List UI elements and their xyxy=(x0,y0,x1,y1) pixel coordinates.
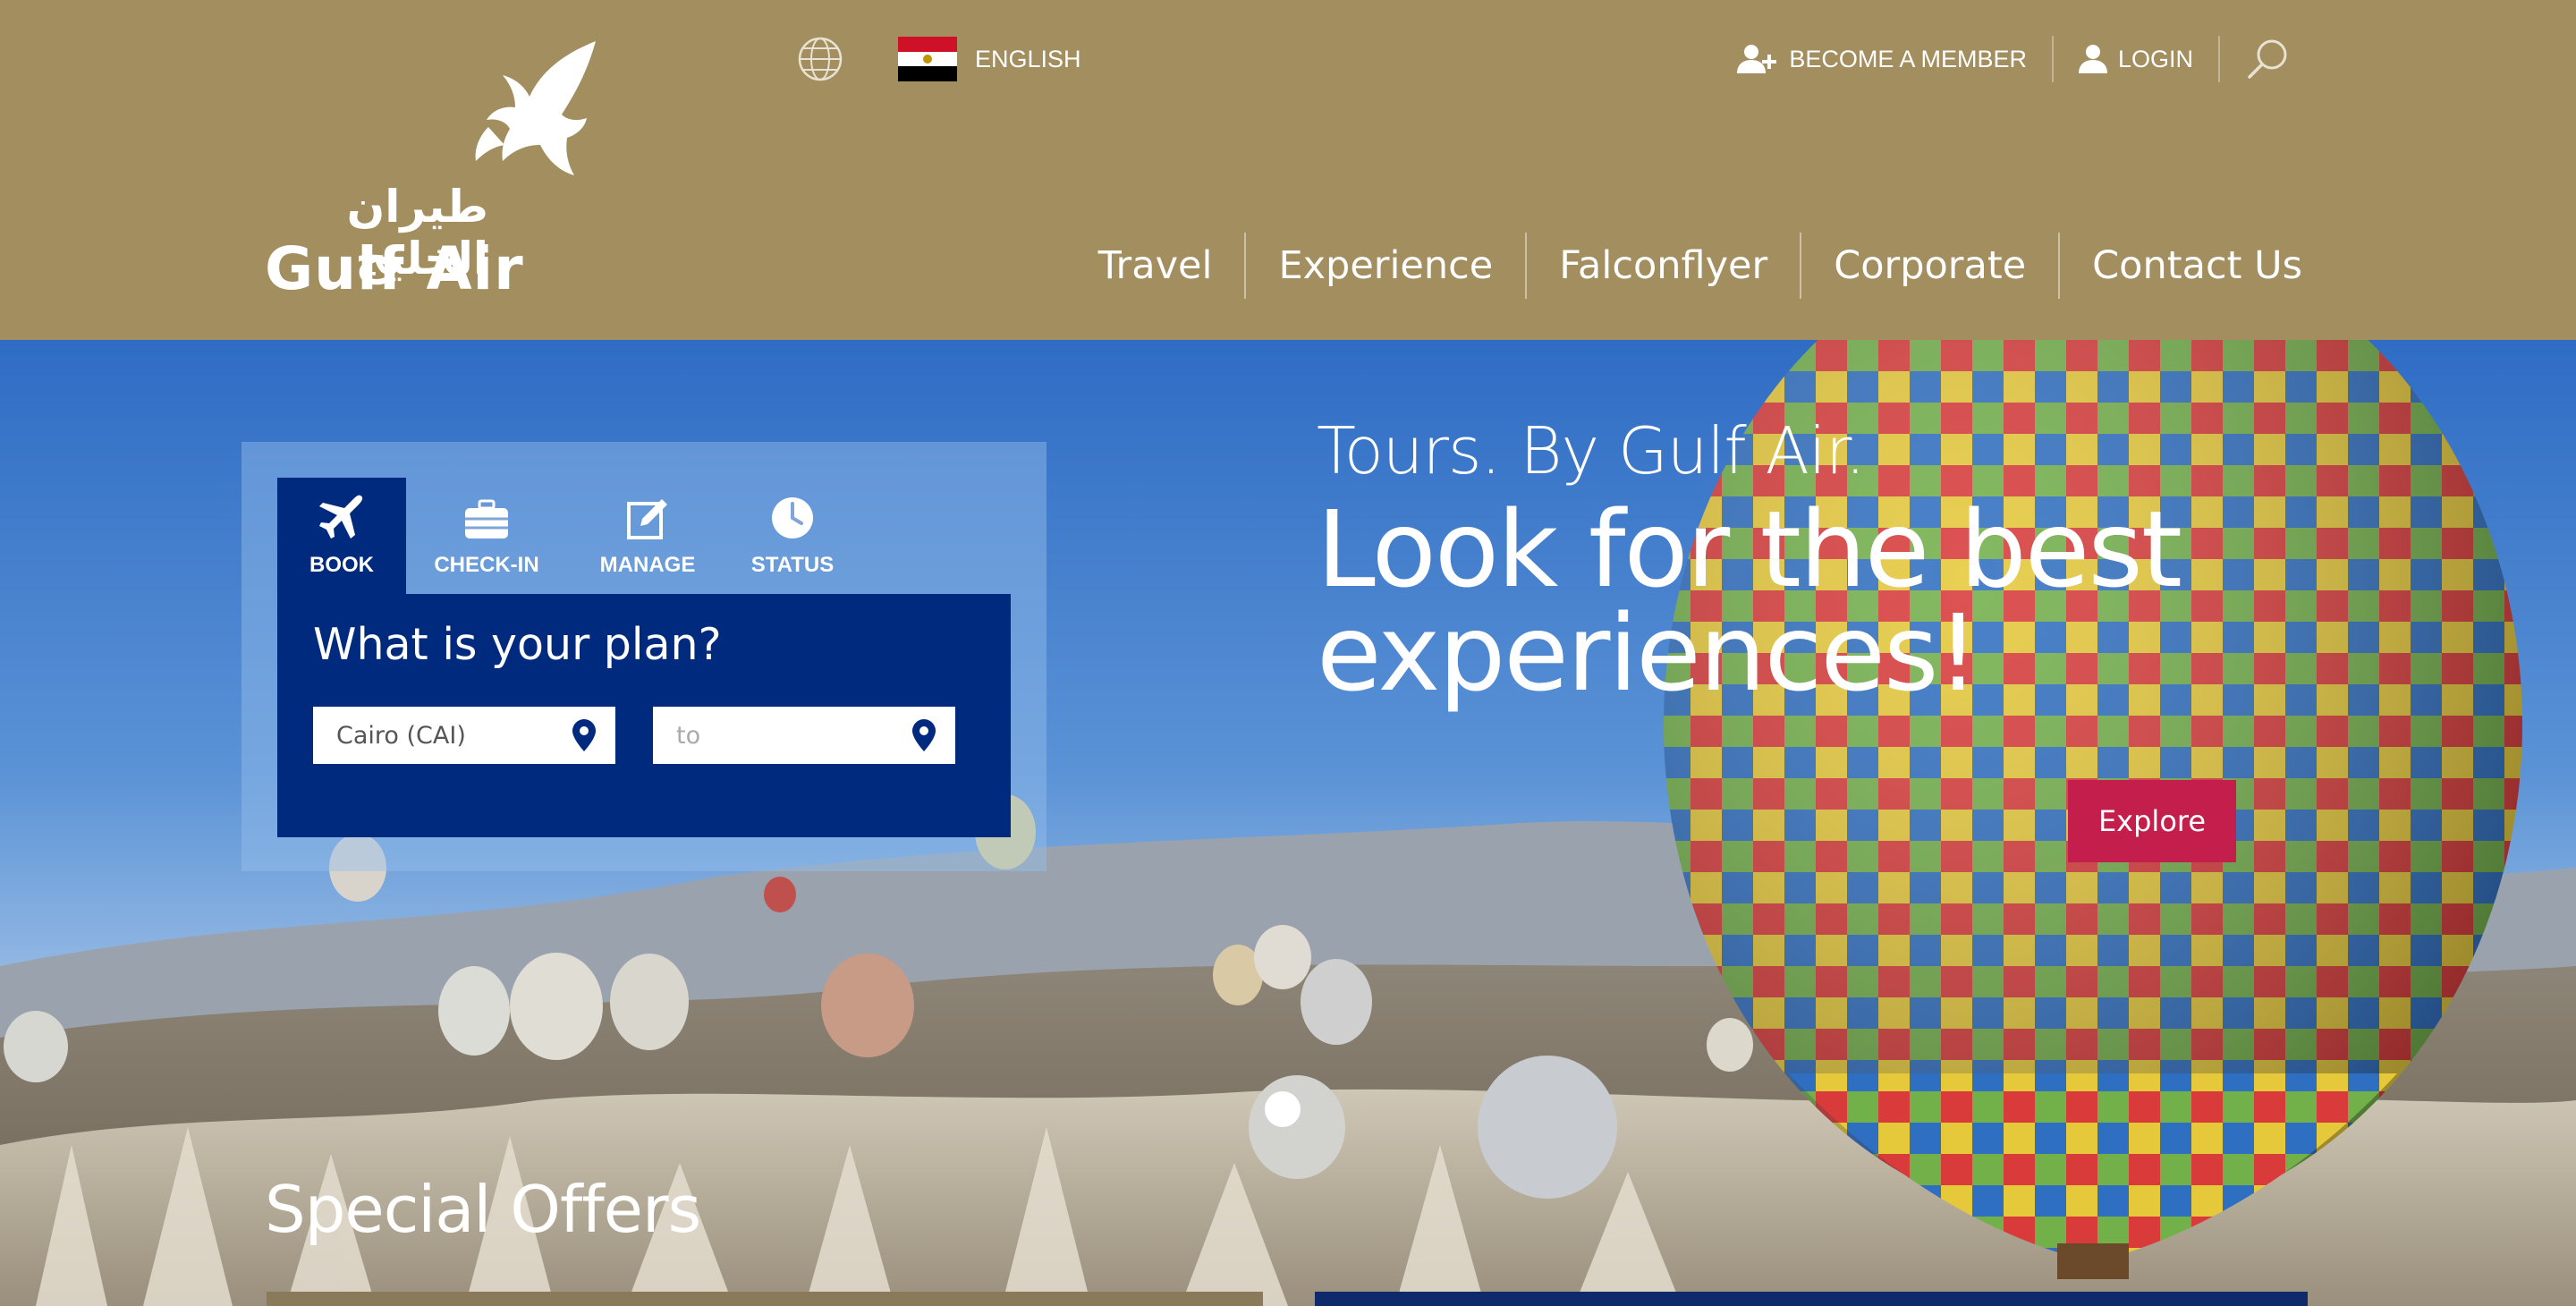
booking-title: What is your plan? xyxy=(313,619,722,670)
top-links: BECOME A MEMBER LOGIN xyxy=(1712,32,2290,86)
nav-item-corporate[interactable]: Corporate xyxy=(1800,233,2058,299)
offer-card-left[interactable] xyxy=(267,1292,1263,1306)
location-pin-icon xyxy=(912,719,936,751)
falcon-logo-icon xyxy=(475,41,596,175)
explore-button[interactable]: Explore xyxy=(2068,780,2236,862)
location-pin-icon xyxy=(572,719,596,751)
hero-subtitle: Tours. By Gulf Air. xyxy=(1317,413,1866,488)
egypt-flag-icon xyxy=(898,37,957,82)
from-field[interactable] xyxy=(313,707,615,764)
from-input[interactable] xyxy=(336,721,572,750)
special-offers-heading: Special Offers xyxy=(265,1172,701,1247)
clock-icon xyxy=(772,497,813,539)
site-header: طيران الخليج Gulf Air ENGLISH BECOME A M… xyxy=(0,0,2576,340)
become-member-label: BECOME A MEMBER xyxy=(1789,45,2027,72)
booking-widget: BOOK CHECK-IN MANAGE STATUS What is your… xyxy=(242,442,1046,871)
tab-check-in[interactable]: CHECK-IN xyxy=(406,478,567,594)
plane-icon xyxy=(319,495,363,539)
nav-item-falconflyer[interactable]: Falconflyer xyxy=(1525,233,1800,299)
nav-item-travel[interactable]: Travel xyxy=(1066,233,1245,299)
globe-icon xyxy=(798,37,843,81)
language-label: ENGLISH xyxy=(975,45,1081,72)
tab-manage-label: MANAGE xyxy=(599,553,696,577)
user-icon xyxy=(2078,45,2107,73)
nav-item-experience[interactable]: Experience xyxy=(1244,233,1525,299)
tab-book[interactable]: BOOK xyxy=(277,478,406,594)
add-user-icon xyxy=(1737,45,1777,73)
booking-panel: What is your plan? xyxy=(277,594,1011,837)
edit-icon xyxy=(627,499,667,539)
main-navigation: Travel Experience Falconflyer Corporate … xyxy=(1066,233,2302,299)
become-member-link[interactable]: BECOME A MEMBER xyxy=(1712,36,2052,82)
hero-title-line-2: experiences! xyxy=(1317,591,1979,715)
to-field[interactable] xyxy=(653,707,955,764)
hero-title-line-1: Look for the best xyxy=(1317,488,2182,611)
offer-card-right[interactable] xyxy=(1315,1292,2308,1306)
login-label: LOGIN xyxy=(2117,45,2193,72)
gulf-air-logo[interactable]: طيران الخليج Gulf Air xyxy=(265,38,605,306)
tab-check-in-label: CHECK-IN xyxy=(434,553,539,577)
logo-text: Gulf Air xyxy=(265,234,524,303)
nav-item-contact-us[interactable]: Contact Us xyxy=(2058,233,2302,299)
carousel-dot[interactable] xyxy=(1265,1091,1301,1127)
tab-book-label: BOOK xyxy=(309,553,374,577)
suitcase-icon xyxy=(465,499,508,539)
language-selector[interactable]: ENGLISH xyxy=(796,34,1081,84)
hero-banner: BOOK CHECK-IN MANAGE STATUS What is your… xyxy=(0,340,2576,1306)
hero-title: Look for the best experiences! xyxy=(1317,488,2182,715)
search-button[interactable] xyxy=(2218,36,2290,82)
tab-status[interactable]: STATUS xyxy=(728,478,857,594)
booking-tabs: BOOK CHECK-IN MANAGE STATUS xyxy=(277,478,857,594)
to-input[interactable] xyxy=(676,721,912,750)
tab-manage[interactable]: MANAGE xyxy=(567,478,728,594)
hero-copy: Tours. By Gulf Air. Look for the best ex… xyxy=(1317,413,2182,715)
tab-status-label: STATUS xyxy=(750,553,835,577)
search-icon xyxy=(2248,39,2287,79)
login-link[interactable]: LOGIN xyxy=(2051,36,2218,82)
